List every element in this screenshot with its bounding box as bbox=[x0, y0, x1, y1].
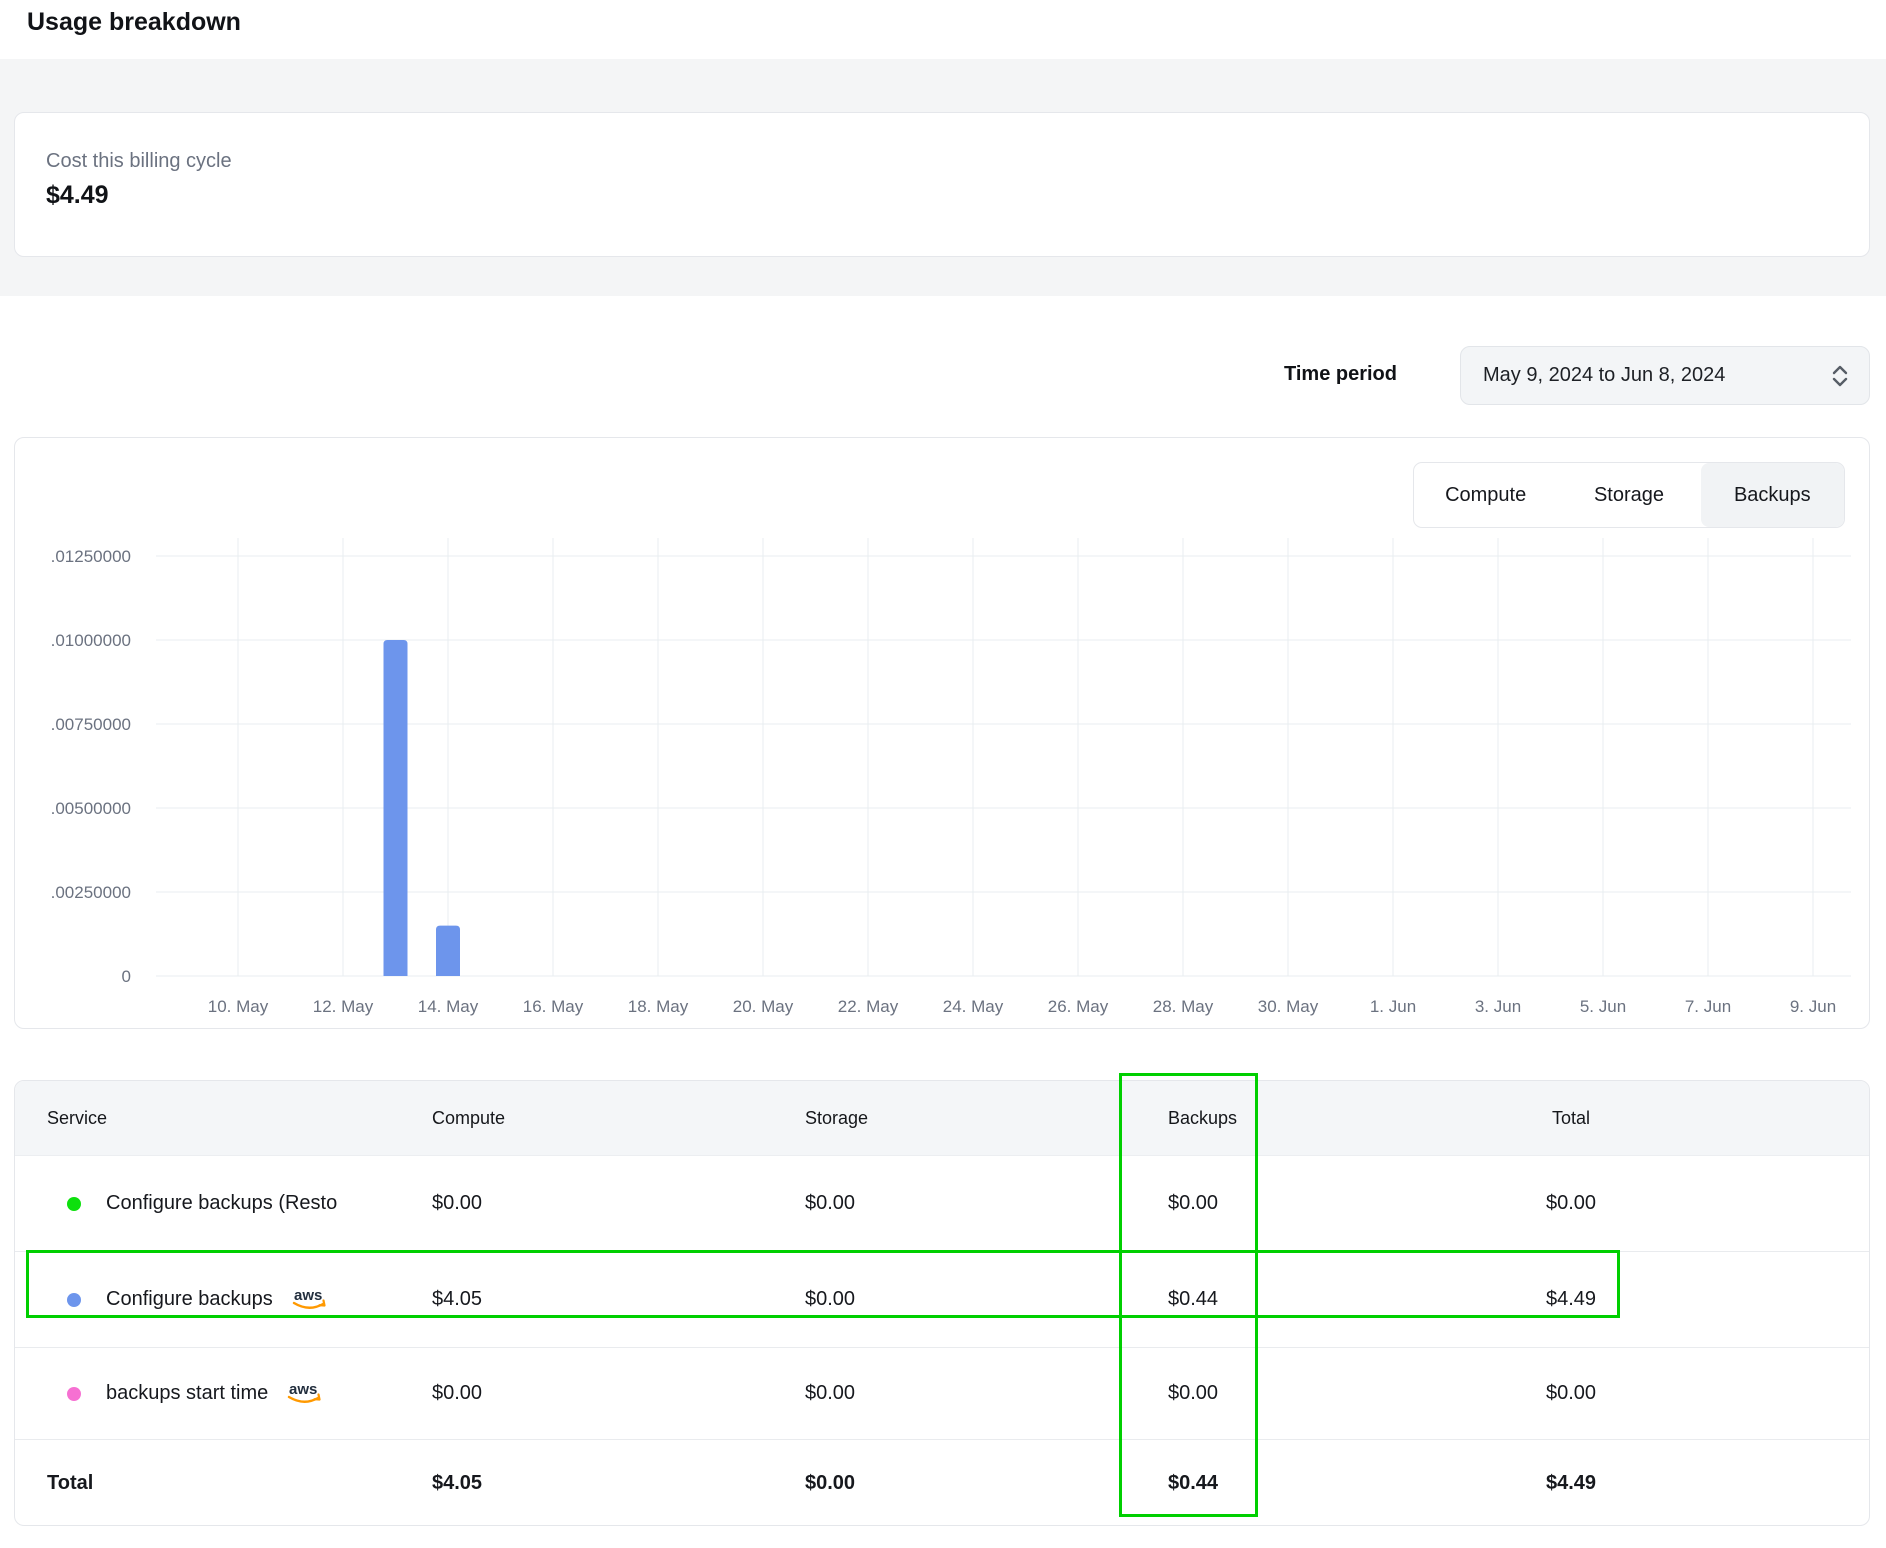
svg-text:24. May: 24. May bbox=[943, 997, 1004, 1016]
table-row: backups start time aws $0.00 $0.00 $0.00… bbox=[15, 1348, 1869, 1440]
table-row: Configure backups (Resto $0.00 $0.00 $0.… bbox=[15, 1156, 1869, 1252]
cost-card-label: Cost this billing cycle bbox=[46, 150, 1869, 173]
svg-text:0: 0 bbox=[122, 967, 131, 986]
time-period-select[interactable]: May 9, 2024 to Jun 8, 2024 bbox=[1460, 346, 1870, 405]
compute-cost: $4.05 bbox=[432, 1288, 805, 1311]
backups-cost: $0.44 bbox=[1168, 1288, 1415, 1311]
total-cost: $4.49 bbox=[1415, 1288, 1727, 1311]
svg-text:.01250000: .01250000 bbox=[51, 547, 131, 566]
cost-card: Cost this billing cycle $4.49 bbox=[14, 112, 1870, 257]
svg-text:1. Jun: 1. Jun bbox=[1370, 997, 1416, 1016]
svg-text:.00500000: .00500000 bbox=[51, 799, 131, 818]
usage-chart-card: .01250000 .01000000 .00750000 .00500000 .002… bbox=[14, 437, 1870, 1029]
table-header-row: Service Compute Storage Backups Total bbox=[15, 1081, 1869, 1156]
time-period-value: May 9, 2024 to Jun 8, 2024 bbox=[1483, 364, 1725, 387]
time-period-label: Time period bbox=[1284, 363, 1397, 386]
svg-text:30. May: 30. May bbox=[1258, 997, 1319, 1016]
svg-text:16. May: 16. May bbox=[523, 997, 584, 1016]
col-header-service: Service bbox=[15, 1108, 432, 1129]
svg-text:26. May: 26. May bbox=[1048, 997, 1109, 1016]
svg-text:.00250000: .00250000 bbox=[51, 883, 131, 902]
svg-text:7. Jun: 7. Jun bbox=[1685, 997, 1731, 1016]
svg-text:5. Jun: 5. Jun bbox=[1580, 997, 1626, 1016]
tab-compute[interactable]: Compute bbox=[1414, 463, 1557, 527]
total-row-label: Total bbox=[15, 1472, 432, 1495]
svg-text:12. May: 12. May bbox=[313, 997, 374, 1016]
compute-cost: $0.00 bbox=[432, 1382, 805, 1405]
tab-backups[interactable]: Backups bbox=[1701, 463, 1844, 527]
svg-text:22. May: 22. May bbox=[838, 997, 899, 1016]
storage-cost: $0.00 bbox=[805, 1382, 1168, 1405]
svg-text:.00750000: .00750000 bbox=[51, 715, 131, 734]
storage-cost: $0.00 bbox=[805, 1288, 1168, 1311]
series-dot-green bbox=[67, 1197, 81, 1211]
backups-cost: $0.00 bbox=[1168, 1382, 1415, 1405]
cost-card-value: $4.49 bbox=[46, 181, 1869, 210]
usage-table: Service Compute Storage Backups Total Co… bbox=[14, 1080, 1870, 1526]
col-header-storage: Storage bbox=[805, 1108, 1168, 1129]
service-name: Configure backups (Resto bbox=[106, 1192, 337, 1215]
col-header-backups: Backups bbox=[1168, 1108, 1415, 1129]
col-header-compute: Compute bbox=[432, 1108, 805, 1129]
total-cost: $0.00 bbox=[1415, 1382, 1727, 1405]
total-storage-cost: $0.00 bbox=[805, 1472, 1168, 1495]
total-cost: $0.00 bbox=[1415, 1192, 1727, 1215]
total-backups-cost: $0.44 bbox=[1168, 1472, 1415, 1495]
page-title: Usage breakdown bbox=[27, 8, 241, 37]
service-name: Configure backups bbox=[106, 1288, 273, 1311]
billing-summary-band: Cost this billing cycle $4.49 bbox=[0, 59, 1886, 296]
table-row: Configure backups aws $4.05 $0.00 $0.44 … bbox=[15, 1252, 1869, 1348]
svg-text:aws: aws bbox=[289, 1381, 317, 1398]
total-total-cost: $4.49 bbox=[1415, 1472, 1727, 1495]
chevron-up-down-icon bbox=[1829, 363, 1851, 389]
svg-text:3. Jun: 3. Jun bbox=[1475, 997, 1521, 1016]
aws-logo-icon: aws bbox=[284, 1380, 326, 1407]
svg-text:aws: aws bbox=[294, 1287, 322, 1304]
svg-text:10. May: 10. May bbox=[208, 997, 269, 1016]
svg-text:28. May: 28. May bbox=[1153, 997, 1214, 1016]
service-name: backups start time bbox=[106, 1382, 268, 1405]
aws-logo-icon: aws bbox=[289, 1286, 331, 1313]
series-dot-blue bbox=[67, 1293, 81, 1307]
series-dot-pink bbox=[67, 1387, 81, 1401]
chart-metric-tabs: Compute Storage Backups bbox=[1413, 462, 1845, 528]
col-header-total: Total bbox=[1415, 1108, 1727, 1129]
storage-cost: $0.00 bbox=[805, 1192, 1168, 1215]
svg-text:9. Jun: 9. Jun bbox=[1790, 997, 1836, 1016]
svg-text:18. May: 18. May bbox=[628, 997, 689, 1016]
total-compute-cost: $4.05 bbox=[432, 1472, 805, 1495]
backups-cost: $0.00 bbox=[1168, 1192, 1415, 1215]
table-total-row: Total $4.05 $0.00 $0.44 $4.49 bbox=[15, 1440, 1869, 1526]
svg-text:14. May: 14. May bbox=[418, 997, 479, 1016]
compute-cost: $0.00 bbox=[432, 1192, 805, 1215]
svg-text:.01000000: .01000000 bbox=[51, 631, 131, 650]
svg-text:20. May: 20. May bbox=[733, 997, 794, 1016]
tab-storage[interactable]: Storage bbox=[1557, 463, 1700, 527]
